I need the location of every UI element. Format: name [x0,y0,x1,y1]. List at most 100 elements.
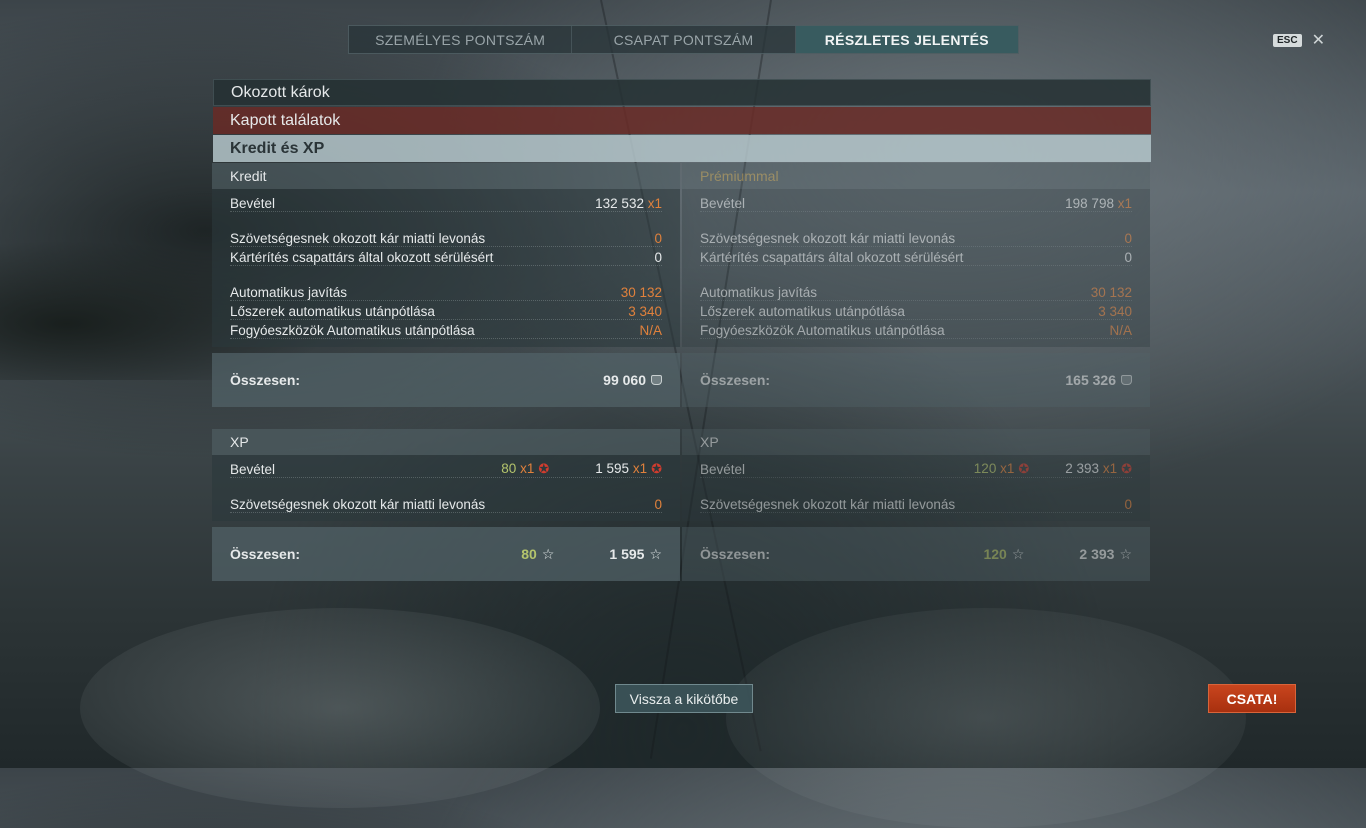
esc-key-hint: ESC [1273,33,1302,47]
red-star-icon: ✪ [651,461,662,476]
xp-value: 80 [501,461,517,476]
row-label: Fogyóeszközök Automatikus utánpótlása [230,323,475,338]
premium-free-xp-income-value: 2 393 x1 ✪ [1065,461,1132,477]
premium-xp-panel-body: Bevétel 120 x1 ✪ 2 393 x1 ✪ Szövetségesnek… [682,455,1150,521]
free-xp-total-value: 2 393 [1079,545,1115,562]
free-xp-value: 1 595 [595,461,630,476]
star-icon: ☆ [1011,545,1025,562]
free-xp-income-value: 1 595 x1 ✪ [595,461,662,477]
premium-xp-ally-damage-row: Szövetségesnek okozott kár miatti levoná… [700,494,1132,513]
credit-coin-icon [651,375,662,385]
battle-button[interactable]: CSATA! [1208,684,1296,713]
premium-xp-income-value: 120 x1 ✪ [974,461,1029,477]
xp-panel-title: XP [212,429,680,455]
row-label: Kártérítés csapattárs által okozott sérü… [700,250,964,265]
row-value: 198 798 x1 [1065,196,1132,211]
row-label: Kártérítés csapattárs által okozott sérü… [230,250,494,265]
premium-repair-row: Automatikus javítás 30 132 [700,282,1132,301]
row-value: N/A [639,323,662,338]
tab-team-score[interactable]: CSAPAT PONTSZÁM [572,26,796,53]
row-label: Fogyóeszközök Automatikus utánpótlása [700,323,945,338]
row-label: Bevétel [700,462,746,477]
premium-free-xp-total: 2 393 ☆ [1079,546,1132,563]
premium-xp-income-row: Bevétel 120 x1 ✪ 2 393 x1 ✪ [700,459,1132,478]
credit-panel-body: Bevétel 132 532 x1 Szövetségesnek okozot… [212,189,680,347]
multiplier: x1 [520,461,535,476]
free-xp-total: 1 595 ☆ [609,546,662,563]
total-label: Összesen: [230,546,301,562]
credit-coin-icon [1121,375,1132,385]
row-label: Szövetségesnek okozott kár miatti levoná… [230,231,486,246]
premium-xp-total-row: Összesen: 120 ☆ 2 393 ☆ [682,527,1150,581]
row-value: 30 132 [620,285,662,300]
multiplier: x1 [632,461,648,476]
row-value: 0 [654,250,662,265]
row-value: N/A [1109,323,1132,338]
star-icon: ☆ [541,545,555,562]
premium-income-value: 198 798 [1065,196,1114,211]
section-credit-xp[interactable]: Kredit és XP [213,135,1151,162]
credit-total-value: 99 060 [603,372,646,388]
row-label: Automatikus javítás [700,285,818,300]
row-label: Automatikus javítás [230,285,348,300]
back-to-port-button[interactable]: Vissza a kikötőbe [615,684,753,713]
xp-total-value: 120 [983,545,1007,562]
red-star-icon: ✪ [1018,461,1030,476]
star-icon: ☆ [649,545,662,562]
row-value: 30 132 [1090,285,1132,300]
background-wake [80,608,600,808]
section-damage-dealt[interactable]: Okozott károk [213,79,1151,106]
free-xp-total-value: 1 595 [609,545,645,562]
red-star-icon: ✪ [538,461,550,476]
tab-detailed-report[interactable]: RÉSZLETES JELENTÉS [795,26,1018,53]
section-hits-received[interactable]: Kapott találatok [213,107,1151,134]
star-icon: ☆ [1119,545,1132,562]
premium-total-value: 165 326 [1065,372,1116,388]
total-label: Összesen: [230,372,301,388]
report-tabs: SZEMÉLYES PONTSZÁM CSAPAT PONTSZÁM RÉSZL… [348,25,1019,54]
premium-ammo-row: Lőszerek automatikus utánpótlása 3 340 [700,301,1132,320]
premium-credit-panel: Prémiummal Bevétel 198 798 x1 Szövetsége… [682,163,1150,407]
credit-ammo-row: Lőszerek automatikus utánpótlása 3 340 [230,301,662,320]
credit-total-row: Összesen: 99 060 [212,353,680,407]
row-label: Szövetségesnek okozott kár miatti levoná… [700,231,956,246]
multiplier: x1 [1000,461,1015,476]
close-icon[interactable]: ✕ [1312,30,1325,50]
premium-xp-total: 120 ☆ [983,546,1024,563]
row-label: Szövetségesnek okozott kár miatti levoná… [700,497,956,512]
premium-xp-panel-title: XP [682,429,1150,455]
xp-income-value: 80 x1 ✪ [501,461,549,477]
row-value: 0 [1124,497,1132,512]
credit-income-row: Bevétel 132 532 x1 [230,193,662,212]
premium-income-row: Bevétel 198 798 x1 [700,193,1132,212]
credit-repair-row: Automatikus javítás 30 132 [230,282,662,301]
row-label: Bevétel [700,196,746,211]
premium-consumables-row: Fogyóeszközök Automatikus utánpótlása N/… [700,320,1132,339]
xp-total: 80 ☆ [521,546,554,563]
row-value: 132 532 x1 [595,196,662,211]
row-value: 3 340 [1098,304,1132,319]
multiplier: x1 [647,196,662,211]
credit-income-value: 132 532 [595,196,644,211]
xp-panel: XP Bevétel 80 x1 ✪ 1 595 x1 ✪ Szövetségesn… [212,429,680,581]
tab-personal-score[interactable]: SZEMÉLYES PONTSZÁM [349,26,573,53]
multiplier: x1 [1102,461,1118,476]
premium-xp-panel: XP Bevétel 120 x1 ✪ 2 393 x1 ✪ Szövetséges… [682,429,1150,581]
row-label: Bevétel [230,196,276,211]
row-label: Lőszerek automatikus utánpótlása [230,304,435,319]
row-value: 3 340 [628,304,662,319]
total-label: Összesen: [700,372,771,388]
row-value: 0 [1124,250,1132,265]
xp-panel-body: Bevétel 80 x1 ✪ 1 595 x1 ✪ Szövetségesnek … [212,455,680,521]
close-control: ESC ✕ [1273,30,1325,50]
row-label: Bevétel [230,462,276,477]
row-label: Szövetségesnek okozott kár miatti levoná… [230,497,486,512]
multiplier: x1 [1117,196,1132,211]
row-label: Lőszerek automatikus utánpótlása [700,304,905,319]
row-value: 0 [1124,231,1132,246]
xp-value: 120 [973,461,997,476]
xp-total-value: 80 [521,545,537,562]
credit-compensation-row: Kártérítés csapattárs által okozott sérü… [230,247,662,266]
total-label: Összesen: [700,546,771,562]
premium-ally-damage-row: Szövetségesnek okozott kár miatti levoná… [700,228,1132,247]
